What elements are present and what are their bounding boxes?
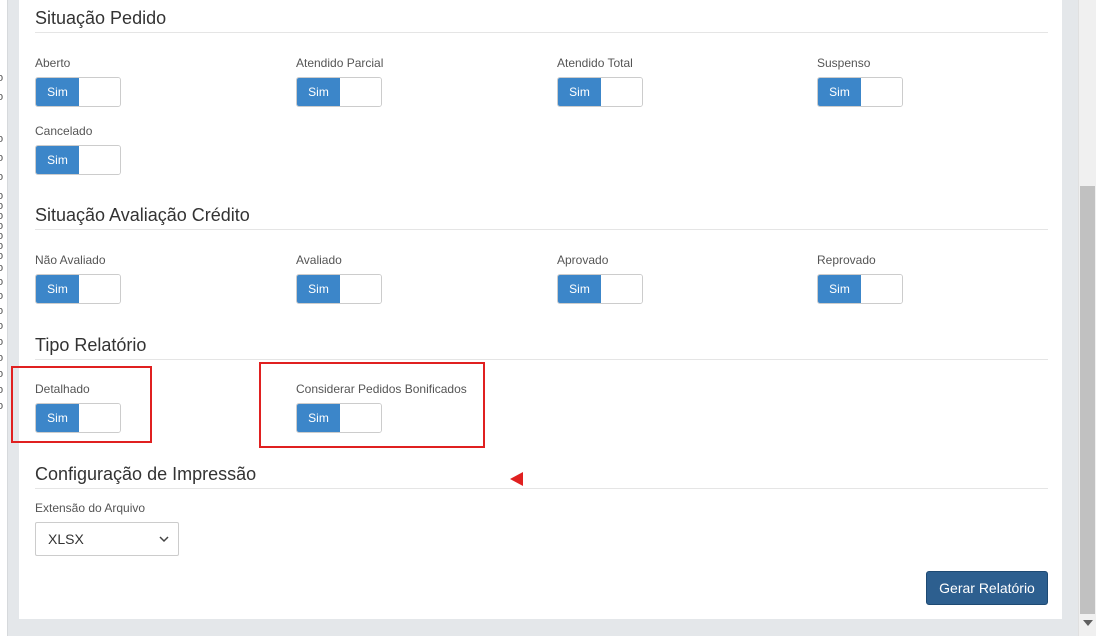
field-avaliado: Avaliado Sim xyxy=(296,253,382,304)
field-label: Não Avaliado xyxy=(35,253,106,267)
field-nao-avaliado: Não Avaliado Sim xyxy=(35,253,121,304)
clipped-glyph: o xyxy=(0,336,4,348)
toggle-atendido-parcial[interactable]: Sim xyxy=(296,77,382,107)
background-page-edge: o o o o o o o o o o o o o o o o o o o o … xyxy=(0,0,8,636)
toggle-on-label: Sim xyxy=(558,275,601,303)
highlight-box-detalhado xyxy=(11,366,152,443)
field-aberto: Aberto Sim xyxy=(35,56,121,107)
toggle-on-label: Sim xyxy=(818,78,861,106)
clipped-glyph: o xyxy=(0,262,4,274)
report-filter-panel: Situação Pedido Aberto Sim Atendido Parc… xyxy=(11,0,1062,619)
section-title-configuracao-impressao: Configuração de Impressão xyxy=(35,464,257,484)
toggle-on-label: Sim xyxy=(36,78,79,106)
section-divider xyxy=(35,32,1048,33)
toggle-on-label: Sim xyxy=(297,78,340,106)
toggle-on-label: Sim xyxy=(36,146,79,174)
toggle-off-area xyxy=(340,275,381,303)
toggle-atendido-total[interactable]: Sim xyxy=(557,77,643,107)
field-atendido-total: Atendido Total Sim xyxy=(557,56,643,107)
field-label: Aprovado xyxy=(557,253,609,267)
toggle-off-area xyxy=(601,275,642,303)
toggle-cancelado[interactable]: Sim xyxy=(35,145,121,175)
section-title-situacao-pedido: Situação Pedido xyxy=(35,8,167,28)
chevron-down-icon xyxy=(158,533,170,545)
toggle-on-label: Sim xyxy=(818,275,861,303)
field-label: Reprovado xyxy=(817,253,876,267)
clipped-glyph: o xyxy=(0,91,4,103)
scroll-down-arrow-icon[interactable] xyxy=(1083,620,1093,626)
toggle-on-label: Sim xyxy=(558,78,601,106)
field-label: Cancelado xyxy=(35,124,93,138)
clipped-glyph: o xyxy=(0,133,4,145)
clipped-glyph: o xyxy=(0,290,4,302)
field-label: Suspenso xyxy=(817,56,871,70)
extensao-arquivo-select[interactable]: XLSX xyxy=(35,522,179,556)
toggle-off-area xyxy=(79,146,120,174)
toggle-on-label: Sim xyxy=(36,275,79,303)
field-label: Atendido Total xyxy=(557,56,633,70)
toggle-aprovado[interactable]: Sim xyxy=(557,274,643,304)
toggle-nao-avaliado[interactable]: Sim xyxy=(35,274,121,304)
field-label: Aberto xyxy=(35,56,71,70)
field-extensao-arquivo: Extensão do Arquivo xyxy=(35,501,145,522)
field-reprovado: Reprovado Sim xyxy=(817,253,903,304)
field-label: Avaliado xyxy=(296,253,342,267)
clipped-glyph: o xyxy=(0,384,4,396)
field-suspenso: Suspenso Sim xyxy=(817,56,903,107)
section-divider xyxy=(35,229,1048,230)
field-atendido-parcial: Atendido Parcial Sim xyxy=(296,56,383,107)
section-divider xyxy=(35,359,1048,360)
toggle-off-area xyxy=(340,78,381,106)
select-value: XLSX xyxy=(48,531,84,547)
clipped-glyph: o xyxy=(0,352,4,364)
red-arrow-icon xyxy=(510,472,523,486)
clipped-glyph: o xyxy=(0,320,4,332)
clipped-glyph: o xyxy=(0,400,4,412)
field-aprovado: Aprovado Sim xyxy=(557,253,643,304)
section-title-tipo-relatorio: Tipo Relatório xyxy=(35,335,147,355)
field-label: Extensão do Arquivo xyxy=(35,501,146,515)
scrollbar-thumb[interactable] xyxy=(1080,186,1095,614)
clipped-glyph: o xyxy=(0,250,4,262)
toggle-on-label: Sim xyxy=(297,275,340,303)
toggle-off-area xyxy=(861,275,902,303)
clipped-glyph: o xyxy=(0,368,4,380)
toggle-suspenso[interactable]: Sim xyxy=(817,77,903,107)
toggle-off-area xyxy=(601,78,642,106)
toggle-reprovado[interactable]: Sim xyxy=(817,274,903,304)
toggle-aberto[interactable]: Sim xyxy=(35,77,121,107)
toggle-off-area xyxy=(79,275,120,303)
gerar-relatorio-button[interactable]: Gerar Relatório xyxy=(926,571,1048,605)
vertical-scrollbar[interactable] xyxy=(1078,0,1096,636)
clipped-glyph: o xyxy=(0,72,4,84)
field-cancelado: Cancelado Sim xyxy=(35,124,121,175)
clipped-glyph: o xyxy=(0,152,4,164)
clipped-glyph: o xyxy=(0,276,4,288)
highlight-box-bonificados xyxy=(259,362,485,448)
clipped-glyph: o xyxy=(0,305,4,317)
toggle-off-area xyxy=(861,78,902,106)
field-label: Atendido Parcial xyxy=(296,56,384,70)
section-title-situacao-avaliacao: Situação Avaliação Crédito xyxy=(35,205,250,225)
toggle-avaliado[interactable]: Sim xyxy=(296,274,382,304)
clipped-glyph: o xyxy=(0,171,4,183)
toggle-off-area xyxy=(79,78,120,106)
section-divider xyxy=(35,488,1048,489)
